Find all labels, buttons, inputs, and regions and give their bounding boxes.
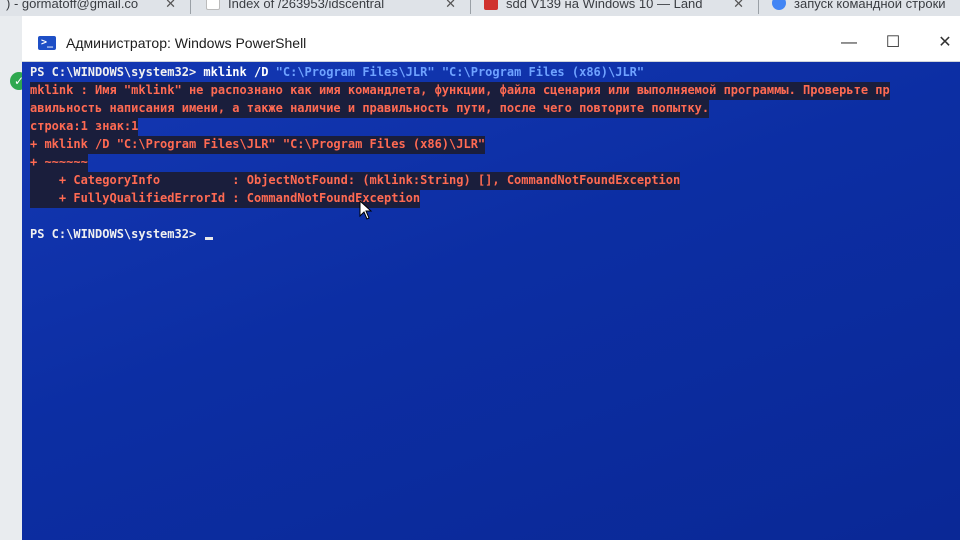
page-icon	[206, 0, 220, 10]
error-line: + mklink /D "C:\Program Files\JLR" "C:\P…	[30, 136, 486, 154]
tab-divider	[470, 0, 471, 14]
browser-tab-drive2[interactable]: sdd V139 на Windows 10 — Land ✕	[478, 0, 750, 16]
powershell-icon: >_	[38, 36, 56, 50]
command-arg-source: "C:\Program Files\JLR"	[275, 65, 435, 79]
tab-close-icon[interactable]: ✕	[445, 0, 456, 14]
browser-tab-gmail[interactable]: ) - gormatoff@gmail.co ✕	[0, 0, 182, 16]
google-icon	[772, 0, 786, 10]
tab-close-icon[interactable]: ✕	[733, 0, 744, 14]
text-cursor	[205, 237, 214, 240]
error-line: mklink : Имя "mklink" не распознано как …	[30, 82, 890, 100]
error-line: авильность написания имени, а также нали…	[30, 100, 710, 118]
error-line: строка:1 знак:1	[30, 118, 139, 136]
maximize-button[interactable]: ☐	[878, 34, 908, 54]
tab-label: ) - gormatoff@gmail.co	[6, 0, 139, 11]
drive2-icon	[484, 0, 498, 10]
prompt-text: PS C:\WINDOWS\system32>	[30, 227, 204, 241]
console-output[interactable]: PS C:\WINDOWS\system32> mklink /D "C:\Pr…	[22, 62, 960, 540]
arg-space	[435, 65, 442, 79]
powershell-window: >_ Администратор: Windows PowerShell — ☐…	[22, 16, 960, 540]
error-line: + ~~~~~~	[30, 154, 88, 172]
background-window-edge	[0, 16, 22, 540]
command-line: PS C:\WINDOWS\system32> mklink /D "C:\Pr…	[30, 64, 644, 82]
tab-label: запуск командной строки	[794, 0, 946, 11]
prompt-line[interactable]: PS C:\WINDOWS\system32>	[30, 226, 214, 244]
tab-divider	[758, 0, 759, 14]
tab-divider	[190, 0, 191, 14]
window-title: Администратор: Windows PowerShell	[66, 35, 307, 51]
minimize-button[interactable]: —	[834, 34, 864, 54]
browser-tab-google[interactable]: запуск командной строки	[766, 0, 960, 16]
error-line: + CategoryInfo : ObjectNotFound: (mklink…	[30, 172, 681, 190]
prompt-text: PS C:\WINDOWS\system32>	[30, 65, 204, 79]
browser-tab-strip: ) - gormatoff@gmail.co ✕ Index of /26395…	[0, 0, 960, 16]
close-button[interactable]: ✕	[930, 34, 960, 54]
title-bar[interactable]: >_ Администратор: Windows PowerShell — ☐…	[22, 16, 960, 62]
tab-close-icon[interactable]: ✕	[165, 0, 176, 14]
tab-label: Index of /263953/idscentral	[228, 0, 385, 11]
mouse-pointer-icon	[359, 199, 373, 220]
command-text: mklink /D	[203, 65, 276, 79]
browser-tab-index[interactable]: Index of /263953/idscentral ✕	[200, 0, 462, 16]
tab-label: sdd V139 на Windows 10 — Land	[506, 0, 703, 11]
command-arg-target: "C:\Program Files (x86)\JLR"	[441, 65, 645, 79]
